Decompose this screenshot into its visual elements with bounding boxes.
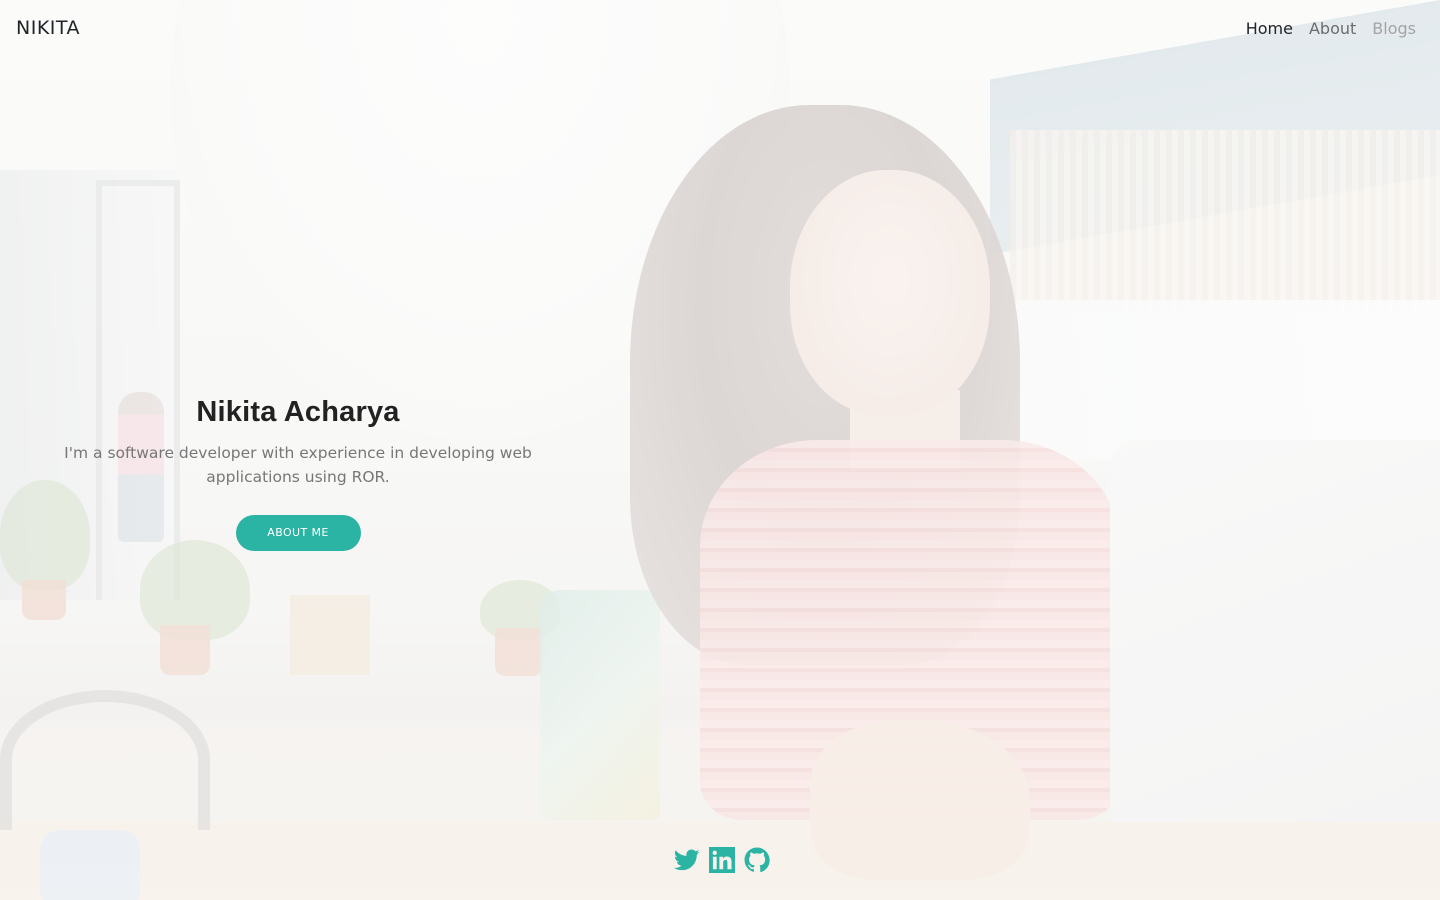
linkedin-icon: [709, 847, 735, 873]
nav-link-home[interactable]: Home: [1246, 19, 1293, 38]
about-me-button[interactable]: ABOUT ME: [235, 515, 361, 551]
twitter-link[interactable]: [674, 847, 700, 873]
nav-links: Home About Blogs: [1246, 19, 1416, 38]
hero-title: Nikita Acharya: [196, 396, 400, 428]
twitter-icon: [674, 849, 700, 871]
nav-link-blogs[interactable]: Blogs: [1372, 19, 1416, 38]
hero-section: Nikita Acharya I'm a software developer …: [48, 396, 548, 551]
nav-link-about[interactable]: About: [1309, 19, 1356, 38]
brand-logo[interactable]: NIKITA: [16, 17, 80, 39]
github-link[interactable]: [744, 847, 770, 873]
hero-description: I'm a software developer with experience…: [64, 444, 532, 486]
linkedin-link[interactable]: [709, 847, 735, 873]
social-links: [674, 847, 770, 873]
github-icon: [744, 847, 770, 873]
navbar: NIKITA Home About Blogs: [0, 0, 1440, 56]
